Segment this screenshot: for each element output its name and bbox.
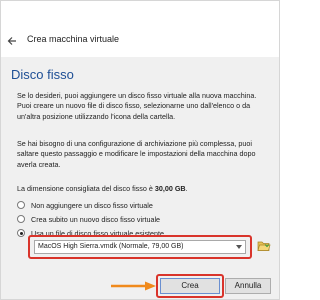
option-create-disk[interactable]: Crea subito un nuovo disco fisso virtual… xyxy=(17,214,160,224)
folder-open-icon[interactable] xyxy=(256,238,272,254)
radio-no-disk[interactable] xyxy=(17,201,25,209)
disk-file-select[interactable]: MacOS High Sierra.vmdk (Normale, 79,00 G… xyxy=(34,240,246,254)
recommended-size-prefix: La dimensione consigliata del disco fiss… xyxy=(17,184,155,193)
option-no-disk-label: Non aggiungere un disco fisso virtuale xyxy=(31,200,153,210)
dialog-window: Crea macchina virtuale Disco fisso Se lo… xyxy=(0,0,280,300)
radio-create-disk[interactable] xyxy=(17,215,25,223)
recommended-size-value: 30,00 GB xyxy=(154,184,186,193)
description-paragraph-1: Se lo desideri, puoi aggiungere un disco… xyxy=(17,91,257,121)
option-no-disk[interactable]: Non aggiungere un disco fisso virtuale xyxy=(17,200,153,210)
option-create-disk-label: Crea subito un nuovo disco fisso virtual… xyxy=(31,214,161,224)
chevron-down-icon xyxy=(236,245,242,249)
orange-arrow-icon xyxy=(111,281,156,291)
page-title: Disco fisso xyxy=(11,67,74,82)
cancel-button[interactable]: Annulla xyxy=(225,278,271,294)
dialog-header: Crea macchina virtuale xyxy=(1,1,279,63)
description-paragraph-2: Se hai bisogno di una configurazione di … xyxy=(17,139,256,169)
radio-existing-disk[interactable] xyxy=(17,229,25,237)
create-button[interactable]: Crea xyxy=(160,278,220,294)
disk-file-select-value: MacOS High Sierra.vmdk (Normale, 79,00 G… xyxy=(38,243,184,250)
back-arrow-icon[interactable] xyxy=(5,34,19,48)
recommended-size-text: La dimensione consigliata del disco fiss… xyxy=(17,184,188,193)
recommended-size-suffix: . xyxy=(185,184,188,193)
window-title: Crea macchina virtuale xyxy=(27,34,120,44)
